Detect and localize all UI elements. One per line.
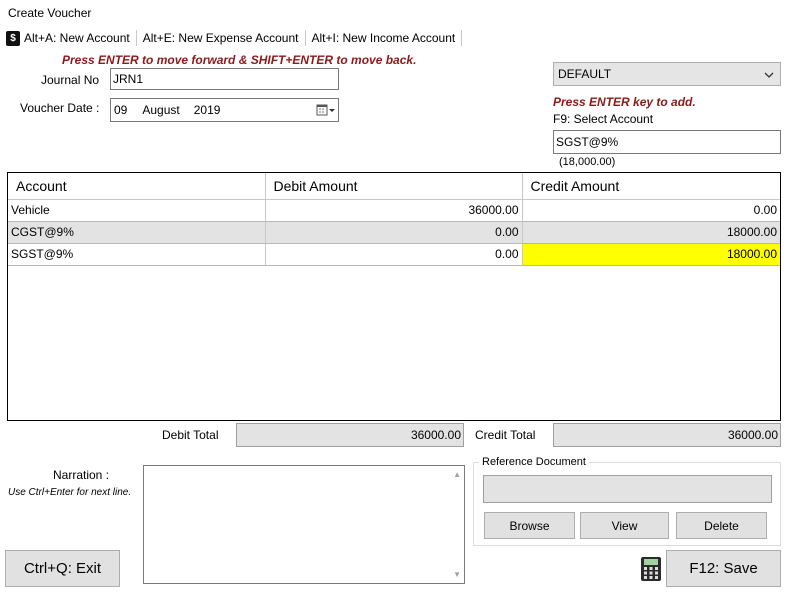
toolbar-new-account[interactable]: $ Alt+A: New Account xyxy=(6,29,136,47)
journal-no-value: JRN1 xyxy=(113,72,144,86)
journal-no-input[interactable]: JRN1 xyxy=(110,68,339,90)
dollar-icon: $ xyxy=(6,30,20,46)
scroll-down-icon[interactable]: ▼ xyxy=(453,570,461,579)
account-type-dropdown[interactable]: DEFAULT xyxy=(553,62,781,86)
account-balance: (18,000.00) xyxy=(559,156,616,168)
debit-total-label: Debit Total xyxy=(162,428,219,442)
toolbar-new-expense-account-label: Alt+E: New Expense Account xyxy=(142,31,299,45)
voucher-date-label: Voucher Date : xyxy=(20,101,100,115)
toolbar-new-income-account-label: Alt+I: New Income Account xyxy=(311,31,456,45)
cell-debit[interactable]: 36000.00 xyxy=(265,199,523,222)
voucher-date-picker[interactable]: 09 August 2019 xyxy=(110,98,339,122)
scroll-up-icon[interactable]: ▲ xyxy=(453,470,461,479)
cell-credit-selected[interactable]: 18000.00 xyxy=(522,243,780,266)
table-row[interactable]: Vehicle 36000.00 0.00 xyxy=(8,199,780,222)
toolbar-new-account-label: Alt+A: New Account xyxy=(24,31,130,45)
date-year: 2019 xyxy=(193,103,221,117)
account-type-selected: DEFAULT xyxy=(558,67,612,81)
date-month: August xyxy=(142,103,180,117)
add-hint: Press ENTER key to add. xyxy=(553,95,696,109)
column-header-debit[interactable]: Debit Amount xyxy=(265,173,523,200)
cell-debit[interactable]: 0.00 xyxy=(265,243,523,266)
table-row[interactable]: SGST@9% 0.00 18000.00 xyxy=(8,243,780,266)
view-button[interactable]: View xyxy=(580,512,669,539)
toolbar-new-income-account[interactable]: Alt+I: New Income Account xyxy=(306,29,462,47)
select-account-label: F9: Select Account xyxy=(553,112,654,126)
exit-button[interactable]: Ctrl+Q: Exit xyxy=(5,550,120,587)
toolbar-new-expense-account[interactable]: Alt+E: New Expense Account xyxy=(137,29,305,47)
cell-account[interactable]: CGST@9% xyxy=(8,221,266,244)
credit-total-label: Credit Total xyxy=(475,428,536,442)
cell-debit[interactable]: 0.00 xyxy=(265,221,523,244)
table-row[interactable]: CGST@9% 0.00 18000.00 xyxy=(8,221,780,244)
journal-no-label: Journal No xyxy=(41,73,100,87)
delete-button[interactable]: Delete xyxy=(676,512,767,539)
toolbar: $ Alt+A: New Account Alt+E: New Expense … xyxy=(6,28,463,48)
cell-account[interactable]: Vehicle xyxy=(8,199,266,222)
account-select-value: SGST@9% xyxy=(556,135,619,149)
account-select-input[interactable]: SGST@9% xyxy=(553,130,781,154)
debit-total-value: 36000.00 xyxy=(236,423,464,447)
date-day: 09 xyxy=(114,103,128,117)
calculator-icon[interactable] xyxy=(640,556,662,585)
cell-account[interactable]: SGST@9% xyxy=(8,243,266,266)
save-button[interactable]: F12: Save xyxy=(666,550,781,587)
reference-document-path[interactable] xyxy=(483,475,772,503)
narration-hint: Use Ctrl+Enter for next line. xyxy=(8,487,132,498)
navigation-hint: Press ENTER to move forward & SHIFT+ENTE… xyxy=(62,53,417,67)
toolbar-separator xyxy=(461,30,463,46)
credit-total-value: 36000.00 xyxy=(553,423,781,447)
reference-document-title: Reference Document xyxy=(479,456,589,468)
cell-credit[interactable]: 0.00 xyxy=(522,199,780,222)
column-header-account[interactable]: Account xyxy=(8,173,266,200)
chevron-down-icon xyxy=(764,69,774,83)
voucher-grid[interactable]: Account Debit Amount Credit Amount Vehic… xyxy=(7,172,781,421)
cell-credit[interactable]: 18000.00 xyxy=(522,221,780,244)
column-header-credit[interactable]: Credit Amount xyxy=(522,173,780,200)
narration-label: Narration : xyxy=(53,468,110,482)
browse-button[interactable]: Browse xyxy=(484,512,575,539)
window-title: Create Voucher xyxy=(8,6,92,20)
narration-textarea[interactable]: ▲ ▼ xyxy=(143,465,465,584)
calendar-icon[interactable] xyxy=(316,103,336,117)
